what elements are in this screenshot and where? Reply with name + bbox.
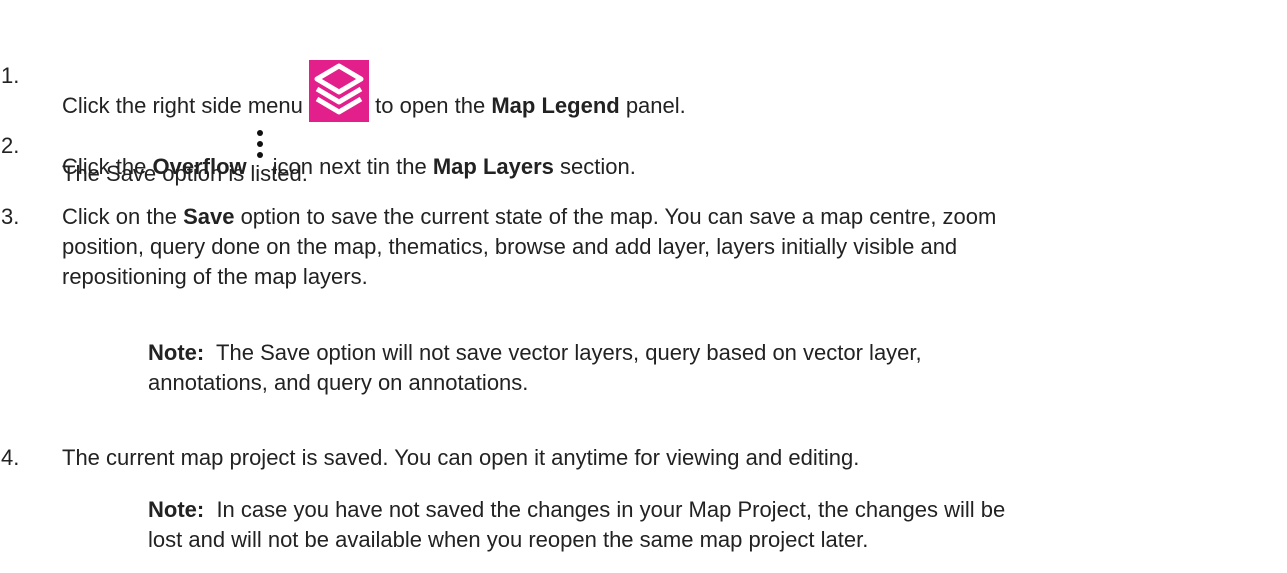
step-text-pre: Click on the — [62, 204, 184, 229]
note-1: Note: The Save option will not save vect… — [148, 337, 1278, 369]
instructions-document: 1. Click the right side menu to open the… — [0, 0, 1287, 573]
step-text-before: Click the right side menu — [62, 93, 303, 118]
step-text: The current map project is saved. You ca… — [62, 445, 860, 470]
step-text-line2: position, query done on the map, themati… — [62, 234, 958, 259]
step-number: 2. — [1, 133, 20, 158]
note-2: Note: In case you have not saved the cha… — [148, 494, 1278, 526]
note-2-line-2: lost and will not be available when you … — [148, 524, 1278, 556]
layers-icon — [309, 60, 370, 122]
note-label: Note: — [148, 340, 205, 365]
step-text: Click the right side menu to open the Ma… — [62, 60, 1284, 122]
step-text: Click on the Save option to save the cur… — [62, 201, 1284, 233]
step-text-line1: option to save the current state of the … — [234, 204, 997, 229]
note-text-line1: The Save option will not save vector lay… — [204, 340, 922, 365]
note-text-line2: annotations, and query on annotations. — [148, 370, 529, 395]
step-text-line3: repositioning of the map layers. — [62, 264, 368, 289]
note-label: Note: — [148, 497, 205, 522]
note-1-line-2: annotations, and query on annotations. — [148, 367, 1278, 399]
note-text-line1: In case you have not saved the changes i… — [204, 497, 1006, 522]
step-text-end: panel. — [619, 93, 686, 118]
step-text-after: to open the — [375, 93, 492, 118]
map-legend-label: Map Legend — [491, 93, 620, 118]
save-label: Save — [183, 204, 235, 229]
note-text-line2: lost and will not be available when you … — [148, 527, 869, 552]
step-number: 1. — [1, 63, 20, 88]
step-text-line2: The Save option is listed. — [62, 161, 308, 186]
step-number: 3. — [1, 204, 20, 229]
step-number: 4. — [1, 445, 20, 470]
